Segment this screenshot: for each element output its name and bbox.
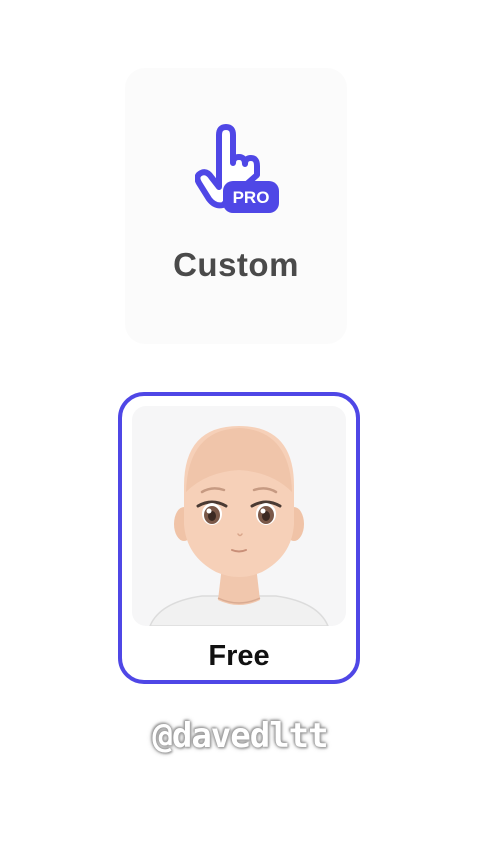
avatar-image [132, 406, 346, 626]
pro-badge: PRO [233, 188, 270, 207]
custom-option-card[interactable]: PRO Custom [125, 68, 347, 344]
custom-option-label: Custom [173, 246, 299, 283]
watermark-text: @davedltt [152, 716, 328, 756]
hand-pointer-icon: PRO [194, 123, 281, 215]
free-option-card[interactable]: Free [118, 392, 360, 684]
free-option-label: Free [208, 640, 270, 672]
